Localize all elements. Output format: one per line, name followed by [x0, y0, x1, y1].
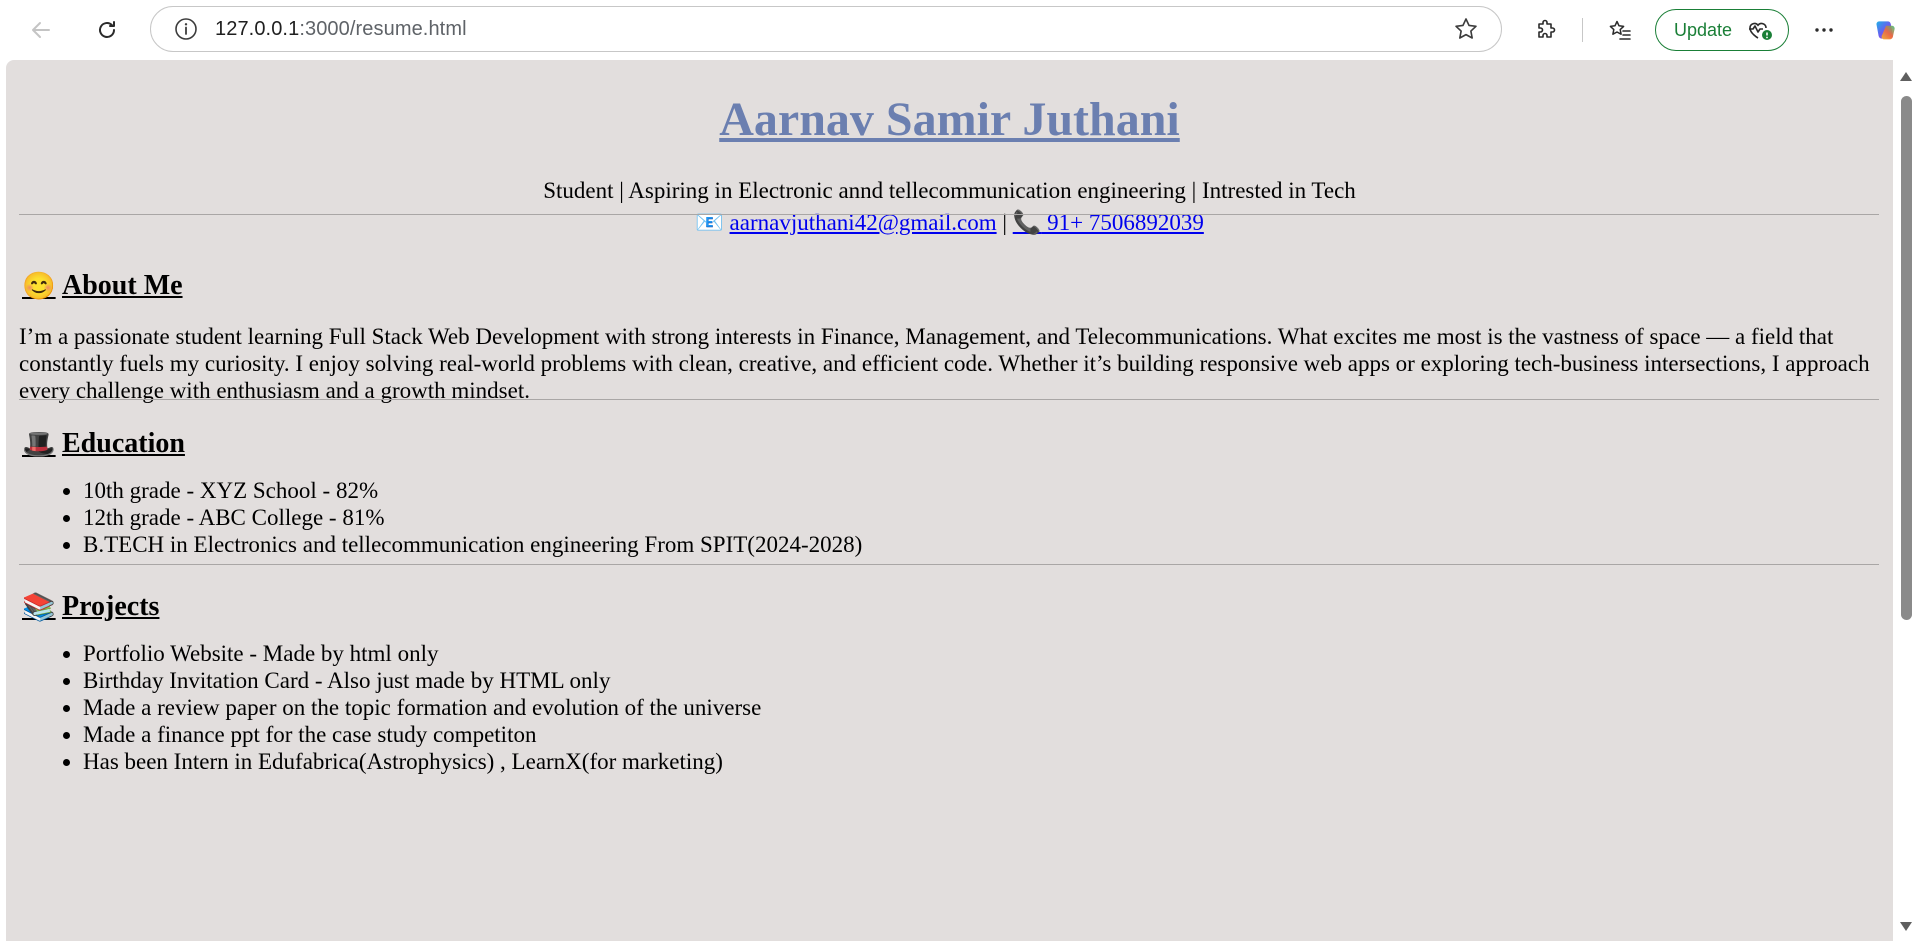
update-button[interactable]: Update: [1655, 9, 1789, 51]
reload-icon: [99, 21, 115, 38]
project-item: Portfolio Website - Made by html only: [83, 640, 761, 667]
scroll-up-arrow-icon[interactable]: [1900, 72, 1912, 81]
copilot-icon: [1876, 21, 1895, 40]
divider-about: [19, 399, 1879, 400]
education-item: 10th grade - XYZ School - 82%: [83, 477, 862, 504]
more-dots-icon: [1815, 28, 1833, 32]
page-viewport: Aarnav Samir Juthani Student | Aspiring …: [6, 60, 1893, 941]
copilot-button[interactable]: [1866, 10, 1906, 50]
top-hat-icon: 🎩: [22, 429, 56, 459]
vertical-scrollbar[interactable]: [1893, 60, 1919, 941]
address-bar[interactable]: 127.0.0.1:3000/resume.html: [150, 6, 1502, 52]
smiley-icon: 😊: [22, 271, 56, 301]
education-item: 12th grade - ABC College - 81%: [83, 504, 862, 531]
divider-header: [19, 214, 1879, 215]
toolbar-divider: [1582, 18, 1583, 42]
back-button[interactable]: [21, 10, 61, 50]
education-list: 10th grade - XYZ School - 82% 12th grade…: [6, 477, 862, 558]
url-host: 127.0.0.1: [215, 17, 300, 40]
education-item: B.TECH in Electronics and tellecommunica…: [83, 531, 862, 558]
url-text[interactable]: 127.0.0.1:3000/resume.html: [215, 18, 467, 41]
puzzle-icon: [1538, 19, 1556, 38]
site-info-icon[interactable]: [173, 16, 199, 42]
projects-title: Projects: [62, 591, 160, 622]
projects-heading: 📚 Projects: [22, 591, 159, 623]
scrollbar-thumb[interactable]: [1901, 96, 1912, 620]
project-item: Made a review paper on the topic formati…: [83, 694, 761, 721]
project-item: Made a finance ppt for the case study co…: [83, 721, 761, 748]
projects-list: Portfolio Website - Made by html only Bi…: [6, 640, 761, 775]
about-title: About Me: [62, 270, 183, 301]
education-heading: 🎩 Education: [22, 428, 185, 460]
browser-toolbar: 127.0.0.1:3000/resume.html Update: [0, 0, 1919, 60]
scroll-down-arrow-icon[interactable]: [1900, 922, 1912, 931]
resume-tagline: Student | Aspiring in Electronic annd te…: [543, 178, 1356, 203]
about-paragraph: I’m a passionate student learning Full S…: [19, 324, 1870, 403]
project-item: Has been Intern in Edufabrica(Astrophysi…: [83, 748, 761, 775]
project-item: Birthday Invitation Card - Also just mad…: [83, 667, 761, 694]
extensions-button[interactable]: [1526, 10, 1566, 50]
about-heading: 😊 About Me: [22, 270, 183, 302]
books-icon: 📚: [22, 592, 56, 622]
favorite-star-icon[interactable]: [1453, 16, 1479, 42]
reload-button[interactable]: [87, 10, 127, 50]
resume-name-heading: Aarnav Samir Juthani: [719, 93, 1180, 146]
favorites-list-icon: [1609, 20, 1631, 40]
favorites-button[interactable]: [1600, 10, 1640, 50]
education-title: Education: [62, 428, 185, 459]
divider-education: [19, 564, 1879, 565]
update-label: Update: [1674, 19, 1733, 40]
url-path: :3000/resume.html: [299, 17, 467, 40]
more-menu-button[interactable]: [1804, 10, 1844, 50]
heart-pulse-icon: [1749, 22, 1773, 40]
arrow-left-icon: [32, 22, 50, 38]
